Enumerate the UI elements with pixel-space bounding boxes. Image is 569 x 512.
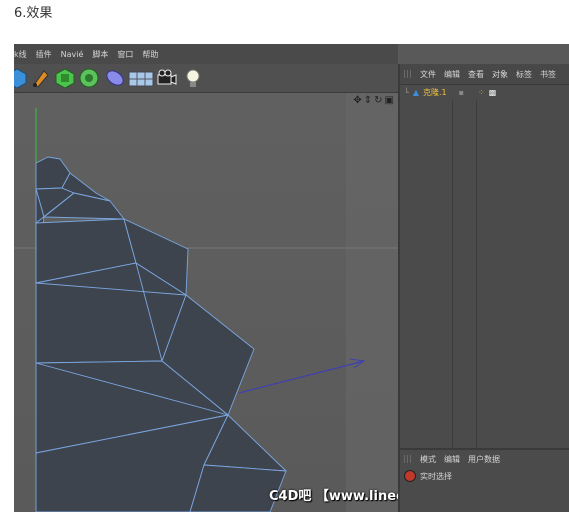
om-tab-file[interactable]: 文件 <box>420 69 436 80</box>
rotate-view-icon[interactable]: ↻ <box>374 95 382 106</box>
checker-tag-icon[interactable]: ▩ <box>489 88 497 97</box>
live-select-row[interactable]: 实时选择 <box>400 470 569 482</box>
watermark: C4D吧 【www.linecg.com/tieba/1799】 <box>269 489 398 504</box>
menu-bar: k线 插件 Navié 脚本 窗口 帮助 <box>14 44 398 64</box>
subdivision-icon[interactable] <box>54 67 76 89</box>
attribute-manager-menu: 模式 编辑 用户数据 <box>400 450 569 468</box>
object-manager: 文件 编辑 查看 对象 标签 书签 └ ▲ 克隆.1 ▪ ⁘ ▩ <box>398 64 569 448</box>
camera-icon[interactable] <box>156 67 178 89</box>
toolbar <box>14 64 398 93</box>
page-caption: 6.效果 <box>14 6 53 21</box>
visibility-icon[interactable]: ▪ <box>459 88 464 97</box>
om-tab-view[interactable]: 查看 <box>468 69 484 80</box>
hierarchy-line-icon: └ <box>404 87 409 97</box>
live-select-label: 实时选择 <box>420 471 452 481</box>
grip-icon[interactable] <box>404 70 412 78</box>
attribute-manager: 模式 编辑 用户数据 实时选择 <box>398 448 569 512</box>
am-tab-edit[interactable]: 编辑 <box>444 454 460 465</box>
grip-icon[interactable] <box>404 455 412 463</box>
column-divider <box>452 100 453 448</box>
menu-item-k[interactable]: k线 <box>14 49 27 60</box>
object-manager-menu: 文件 编辑 查看 对象 标签 书签 <box>400 64 569 85</box>
tag-dots-icon[interactable]: ⁘ <box>478 88 485 97</box>
cloner-icon: ▲ <box>412 87 419 97</box>
menu-item-navie[interactable]: Navié <box>61 50 84 59</box>
menu-item-plugins[interactable]: 插件 <box>36 49 52 60</box>
om-tab-tags[interactable]: 标签 <box>516 69 532 80</box>
am-tab-userdata[interactable]: 用户数据 <box>468 454 500 465</box>
menu-item-help[interactable]: 帮助 <box>142 49 158 60</box>
3d-viewport[interactable]: ✥ ⇕ ↻ ▣ C4D吧 【www.linecg.com/tieba/1799】 <box>14 93 398 512</box>
cube-icon[interactable] <box>14 67 28 89</box>
om-tab-object[interactable]: 对象 <box>492 69 508 80</box>
generator-icon[interactable] <box>78 67 100 89</box>
menu-item-script[interactable]: 脚本 <box>92 49 108 60</box>
menu-item-window[interactable]: 窗口 <box>117 49 133 60</box>
om-tab-bookmarks[interactable]: 书签 <box>540 69 556 80</box>
viewport-scene <box>14 93 398 512</box>
om-tab-edit[interactable]: 编辑 <box>444 69 460 80</box>
maximize-view-icon[interactable]: ▣ <box>385 95 394 106</box>
pen-icon[interactable] <box>30 67 52 89</box>
zoom-view-icon[interactable]: ⇕ <box>364 95 372 106</box>
object-name[interactable]: 克隆.1 <box>423 87 447 98</box>
cinema4d-window: k线 插件 Navié 脚本 窗口 帮助 ✥ ⇕ ↻ ▣ C4D吧 【www.l… <box>14 44 569 512</box>
floor-icon[interactable] <box>128 67 154 89</box>
move-view-icon[interactable]: ✥ <box>353 95 361 106</box>
am-tab-mode[interactable]: 模式 <box>420 454 436 465</box>
viewport-nav-icons: ✥ ⇕ ↻ ▣ <box>353 95 394 106</box>
object-row[interactable]: └ ▲ 克隆.1 ▪ ⁘ ▩ <box>400 85 569 99</box>
light-icon[interactable] <box>182 67 204 89</box>
column-divider <box>476 100 477 448</box>
live-select-icon <box>404 470 416 482</box>
deformer-icon[interactable] <box>104 67 126 89</box>
